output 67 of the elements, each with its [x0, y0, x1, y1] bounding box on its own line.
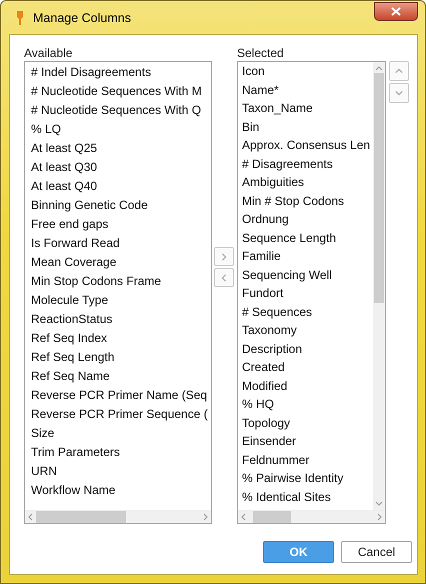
list-item[interactable]: % Pairwise Identity: [242, 469, 373, 488]
scroll-right-icon[interactable]: [376, 513, 382, 521]
list-item[interactable]: Bin: [242, 118, 373, 136]
list-item[interactable]: Reverse PCR Primer Name (Seq: [31, 386, 211, 405]
list-item[interactable]: Topology: [242, 414, 373, 432]
list-item[interactable]: Trim Parameters: [31, 443, 211, 462]
list-item[interactable]: ReactionStatus: [31, 310, 211, 329]
list-item[interactable]: Min Stop Codons Frame: [31, 272, 211, 291]
list-item[interactable]: Reverse PCR Primer Sequence (: [31, 405, 211, 424]
horizontal-scrollbar[interactable]: [238, 510, 385, 523]
list-item[interactable]: Binning Genetic Code: [31, 196, 211, 215]
list-item[interactable]: Ref Seq Name: [31, 367, 211, 386]
list-item[interactable]: # Nucleotide Sequences With Q: [31, 101, 211, 120]
list-item[interactable]: % Identical Sites: [242, 488, 373, 506]
list-item[interactable]: # Sequences: [242, 302, 373, 321]
list-item[interactable]: Molecule Type: [31, 291, 211, 310]
list-item[interactable]: Feldnummer: [242, 450, 373, 469]
chevron-left-icon: [220, 272, 228, 282]
scroll-down-icon[interactable]: [375, 501, 383, 507]
chevron-down-icon: [394, 89, 404, 97]
list-item[interactable]: Free end gaps: [31, 215, 211, 234]
list-item[interactable]: Min # Stop Codons: [242, 192, 373, 210]
window-title: Manage Columns: [33, 10, 132, 24]
list-item[interactable]: # Indel Disagreements: [31, 63, 211, 82]
list-label: Selected: [237, 45, 285, 61]
list-item[interactable]: Name*: [242, 80, 373, 99]
list-item[interactable]: Modified: [242, 376, 373, 395]
list-item[interactable]: Taxonomy: [242, 321, 373, 340]
list-item[interactable]: Icon: [242, 62, 373, 80]
list-item[interactable]: Description: [242, 340, 373, 358]
close-button[interactable]: [374, 2, 418, 21]
horizontal-scrollbar[interactable]: [25, 510, 211, 523]
scroll-right-icon[interactable]: [202, 513, 208, 521]
chevron-up-icon: [394, 67, 404, 75]
cancel-button[interactable]: Cancel: [341, 541, 412, 563]
scroll-left-icon[interactable]: [28, 513, 34, 521]
list-item[interactable]: Sequencing Well: [242, 266, 373, 284]
list-item[interactable]: Size: [31, 424, 211, 443]
list-item[interactable]: Ambiguities: [242, 173, 373, 192]
vertical-scrollbar[interactable]: [373, 62, 385, 510]
list-item[interactable]: Created: [242, 358, 373, 376]
list-label: Available: [24, 45, 74, 61]
scroll-up-icon[interactable]: [375, 65, 383, 71]
list-item[interactable]: Einsender: [242, 432, 373, 450]
list-item[interactable]: Mean Coverage: [31, 253, 211, 272]
list-item[interactable]: At least Q30: [31, 158, 211, 177]
list-item[interactable]: Fundort: [242, 284, 373, 302]
list-item[interactable]: % HQ: [242, 395, 373, 414]
close-icon: [391, 7, 401, 16]
list-item[interactable]: % LQ: [31, 120, 211, 139]
list-item[interactable]: # Nucleotide Sequences With M: [31, 82, 211, 101]
list-item[interactable]: At least Q25: [31, 139, 211, 158]
list-item[interactable]: Approx. Consensus Len: [242, 136, 373, 154]
chevron-right-icon: [220, 252, 228, 262]
list-item[interactable]: Is Forward Read: [31, 234, 211, 253]
scroll-left-icon[interactable]: [241, 513, 247, 521]
list-item[interactable]: Familie: [242, 247, 373, 266]
list-item[interactable]: Ref Seq Length: [31, 348, 211, 367]
list-item[interactable]: At least Q40: [31, 177, 211, 196]
list-item[interactable]: Taxon_Name: [242, 99, 373, 118]
list-item[interactable]: Ordnung: [242, 210, 373, 228]
list-item[interactable]: Sequence Length: [242, 228, 373, 247]
list-item[interactable]: Ref Seq Index: [31, 329, 211, 348]
list-item[interactable]: Workflow Name: [31, 481, 211, 500]
list-item[interactable]: # Disagreements: [242, 154, 373, 173]
app-icon: [15, 10, 25, 26]
list-item[interactable]: URN: [31, 462, 211, 481]
